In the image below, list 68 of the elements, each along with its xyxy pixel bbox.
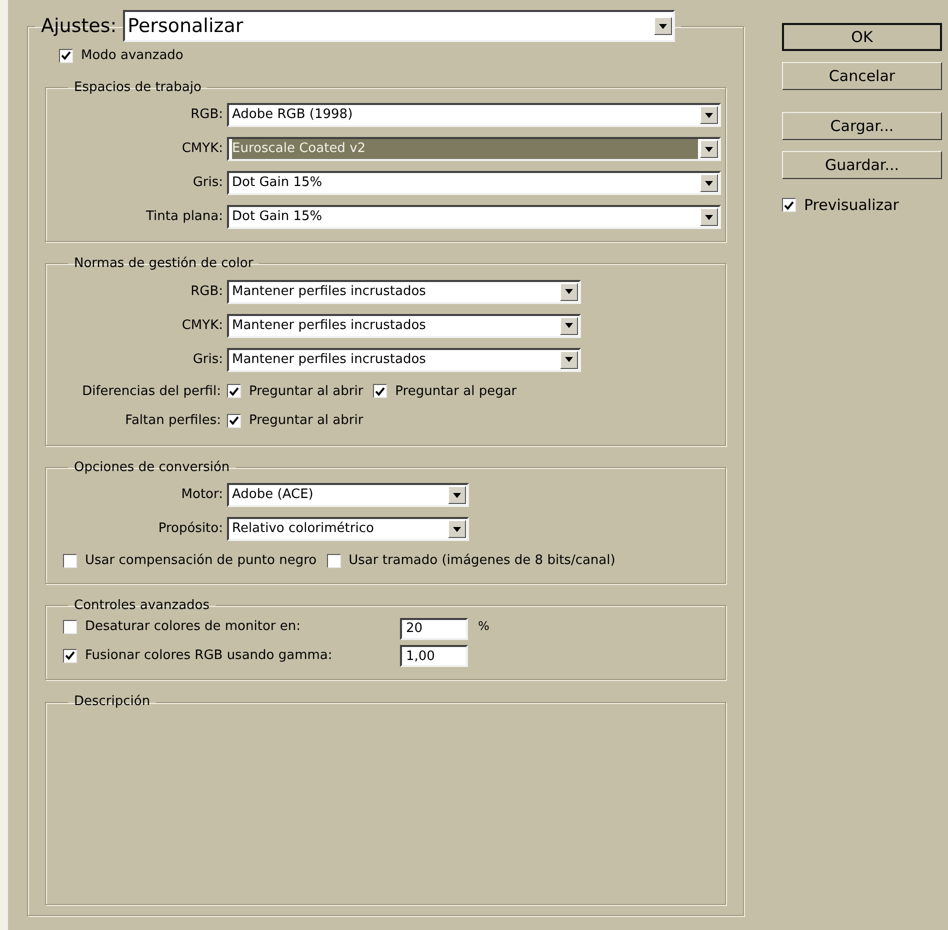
number-field[interactable]: 20 xyxy=(400,618,468,640)
field-label: Tinta plana: xyxy=(144,208,224,226)
dropdown[interactable]: Relativo colorimétrico xyxy=(227,517,469,541)
field-label: RGB: xyxy=(190,106,224,124)
field-label: Propósito: xyxy=(157,520,224,538)
checkmark-icon xyxy=(784,200,794,210)
dropdown[interactable]: Euroscale Coated v2 xyxy=(227,137,721,161)
caret-down-icon xyxy=(453,492,461,498)
caret-down-icon xyxy=(705,214,713,220)
checkbox-label: Preguntar al abrir xyxy=(249,412,364,430)
checkbox-label: Modo avanzado xyxy=(81,47,184,65)
dropdown[interactable]: Mantener perfiles incrustados xyxy=(227,314,581,338)
dropdown[interactable]: Mantener perfiles incrustados xyxy=(227,348,581,372)
checkbox[interactable] xyxy=(63,648,77,663)
field-label: Motor: xyxy=(180,486,224,504)
caret-down-icon xyxy=(565,323,573,328)
field-label: RGB: xyxy=(190,282,224,301)
checkmark-icon xyxy=(229,386,239,396)
checkbox-label: Preguntar al pegar xyxy=(395,382,517,400)
checkbox[interactable] xyxy=(373,384,388,398)
checkbox-label: Preguntar al abrir xyxy=(249,382,364,400)
checkbox-label: Fusionar colores RGB usando gamma: xyxy=(85,646,332,665)
caret-down-icon xyxy=(565,357,573,362)
dialog-button[interactable]: Cancelar xyxy=(782,62,942,90)
field-label: CMYK: xyxy=(180,140,224,158)
dialog-button[interactable]: Guardar... xyxy=(782,151,942,179)
dropdown[interactable]: Dot Gain 15% xyxy=(227,205,721,229)
group-title: Normas de gestión de color xyxy=(73,255,254,273)
checkbox[interactable] xyxy=(782,198,796,212)
dialog-button[interactable]: Cargar... xyxy=(782,112,942,140)
checkbox-label: Usar tramado (imágenes de 8 bits/canal) xyxy=(348,552,616,570)
group-title: Opciones de conversión xyxy=(73,458,231,476)
unit-label: % xyxy=(478,618,490,635)
group-title: Controles avanzados xyxy=(73,596,211,614)
caret-down-icon xyxy=(705,112,713,118)
checkmark-icon xyxy=(229,416,239,426)
field-label: Gris: xyxy=(192,350,224,369)
group-title: Descripción xyxy=(73,693,152,712)
field-label: CMYK: xyxy=(180,316,224,335)
group-title: Espacios de trabajo xyxy=(73,78,202,96)
dialog-button[interactable]: OK xyxy=(782,23,942,51)
checkbox[interactable] xyxy=(63,620,77,634)
field-label: Diferencias del perfil: xyxy=(81,382,222,400)
checkmark-icon xyxy=(375,386,386,396)
dropdown[interactable]: Dot Gain 15% xyxy=(227,171,721,195)
checkbox[interactable] xyxy=(63,554,77,568)
number-field[interactable]: 1,00 xyxy=(400,645,468,668)
field-label: Gris: xyxy=(192,174,224,192)
checkbox-label: Desaturar colores de monitor en: xyxy=(85,618,300,636)
checkbox[interactable] xyxy=(227,414,241,428)
dropdown[interactable]: Adobe RGB (1998) xyxy=(227,103,721,127)
dropdown[interactable]: Adobe (ACE) xyxy=(227,483,469,507)
dropdown[interactable]: Personalizar xyxy=(122,10,675,42)
settings-label: Ajustes: xyxy=(41,14,117,39)
checkmark-icon xyxy=(65,651,75,660)
caret-down-icon xyxy=(565,289,573,294)
caret-down-icon xyxy=(705,180,713,186)
caret-down-icon xyxy=(705,146,713,152)
checkbox[interactable] xyxy=(59,48,73,63)
checkmark-icon xyxy=(61,51,71,60)
caret-down-icon xyxy=(658,24,667,28)
caret-down-icon xyxy=(453,526,461,532)
checkbox[interactable] xyxy=(326,554,341,568)
dropdown[interactable]: Mantener perfiles incrustados xyxy=(227,280,581,304)
field-label: Faltan perfiles: xyxy=(124,412,222,430)
checkbox-label: Previsualizar xyxy=(804,195,899,216)
checkbox[interactable] xyxy=(227,384,241,398)
checkbox-label: Usar compensación de punto negro xyxy=(85,552,317,570)
